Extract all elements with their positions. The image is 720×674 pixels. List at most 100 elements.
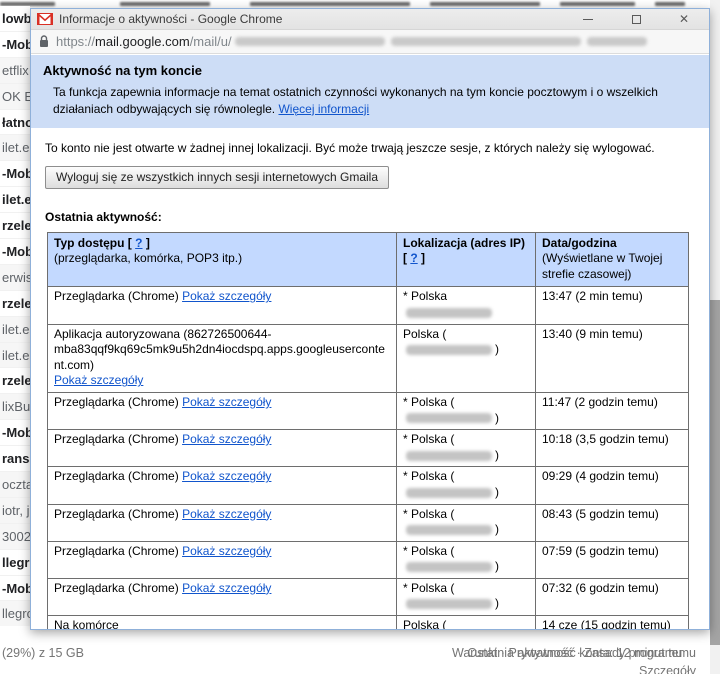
inbox-sender[interactable]: ransa	[0, 446, 30, 472]
redacted-ip	[406, 562, 492, 572]
datetime-cell: 14 cze (15 godzin temu)	[536, 616, 689, 629]
inbox-sender[interactable]: erwis	[0, 265, 30, 291]
table-row: Przeglądarka (Chrome) Pokaż szczegóły* P…	[48, 287, 689, 324]
table-row: Przeglądarka (Chrome) Pokaż szczegóły* P…	[48, 467, 689, 504]
show-details-link[interactable]: Pokaż szczegóły	[54, 373, 143, 387]
inbox-sender[interactable]: lowbo	[0, 6, 30, 32]
access-type-cell: Przeglądarka (Chrome) Pokaż szczegóły	[48, 541, 397, 578]
access-type-cell: Aplikacja autoryzowana (862726500644-mba…	[48, 324, 397, 392]
inbox-sender[interactable]: iotr, ja	[0, 498, 30, 524]
access-type-header: Typ dostępu [ ? ] (przeglądarka, komórka…	[48, 232, 397, 287]
inbox-sender[interactable]: ilet.ei	[0, 135, 30, 161]
inbox-sender[interactable]: -Mobi	[0, 161, 30, 187]
access-type-cell: Przeglądarka (Chrome) Pokaż szczegóły	[48, 287, 397, 324]
background-inbox-top-row	[0, 0, 710, 8]
access-type-cell: Przeglądarka (Chrome) Pokaż szczegóły	[48, 578, 397, 615]
datetime-cell: 13:40 (9 min temu)	[536, 324, 689, 392]
inbox-sender[interactable]: ilet.ei	[0, 343, 30, 369]
access-type-text: Przeglądarka (Chrome)	[54, 395, 179, 409]
datetime-header: Data/godzina (Wyświetlane w Twojej stref…	[536, 232, 689, 287]
table-row: Na komórcePolska ()14 cze (15 godzin tem…	[48, 616, 689, 629]
inbox-sender[interactable]: ilet.ei	[0, 317, 30, 343]
access-type-cell: Przeglądarka (Chrome) Pokaż szczegóły	[48, 467, 397, 504]
window-title: Informacje o aktywności - Google Chrome	[59, 12, 581, 26]
show-details-link[interactable]: Pokaż szczegóły	[182, 469, 271, 483]
redacted-ip	[406, 308, 492, 318]
lock-icon[interactable]	[39, 35, 49, 48]
redacted-ip	[406, 413, 492, 423]
redacted-ip	[406, 345, 492, 355]
help-bracket: ]	[418, 251, 425, 265]
location-header-title: Lokalizacja (adres IP)	[403, 236, 525, 250]
storage-usage: (29%) z 15 GB	[2, 646, 84, 660]
inbox-sender[interactable]: OK Ec	[0, 84, 30, 110]
inbox-sender[interactable]: ilet.ei	[0, 187, 30, 213]
inbox-sender-list: lowbo-MobietflixOK Ecłatnośilet.ei-Mobii…	[0, 6, 30, 626]
location-cell: * Polska	[397, 287, 536, 324]
maximize-button[interactable]	[629, 12, 643, 26]
activity-table: Typ dostępu [ ? ] (przeglądarka, komórka…	[47, 232, 689, 629]
datetime-cell: 08:43 (5 godzin temu)	[536, 504, 689, 541]
show-details-link[interactable]: Pokaż szczegóły	[182, 581, 271, 595]
location-cell: Polska ()	[397, 324, 536, 392]
inbox-sender[interactable]: łatnoś	[0, 110, 30, 136]
more-info-link[interactable]: Więcej informacji	[278, 102, 369, 116]
inbox-sender[interactable]: rzelew	[0, 291, 30, 317]
inbox-sender[interactable]: llegro	[0, 601, 30, 626]
access-type-header-sub: (przeglądarka, komórka, POP3 itp.)	[54, 251, 242, 265]
datetime-cell: 07:32 (6 godzin temu)	[536, 578, 689, 615]
inbox-sender[interactable]: -Mobi	[0, 420, 30, 446]
datetime-header-title: Data/godzina	[542, 236, 617, 250]
access-type-text: Przeglądarka (Chrome)	[54, 469, 179, 483]
show-details-link[interactable]: Pokaż szczegóły	[182, 395, 271, 409]
location-header: Lokalizacja (adres IP) [ ? ]	[397, 232, 536, 287]
page-scrollbar[interactable]	[710, 0, 720, 674]
access-type-text: Aplikacja autoryzowana (862726500644-mba…	[54, 327, 385, 372]
inbox-sender[interactable]: 30024	[0, 524, 30, 550]
datetime-header-sub: (Wyświetlane w Twojej strefie czasowej)	[542, 251, 662, 281]
window-controls: ✕	[581, 12, 691, 26]
close-button[interactable]: ✕	[677, 12, 691, 26]
inbox-sender[interactable]: rzelew	[0, 213, 30, 239]
inbox-sender[interactable]: llegro	[0, 550, 30, 576]
inbox-sender[interactable]: etflix	[0, 58, 30, 84]
datetime-cell: 11:47 (2 godzin temu)	[536, 392, 689, 429]
window-titlebar[interactable]: Informacje o aktywności - Google Chrome …	[31, 9, 709, 30]
cutoff-text-fragment	[250, 2, 410, 6]
table-row: Przeglądarka (Chrome) Pokaż szczegóły* P…	[48, 392, 689, 429]
redacted-ip	[406, 451, 492, 461]
show-details-link[interactable]: Pokaż szczegóły	[182, 289, 271, 303]
cutoff-text-fragment	[655, 2, 685, 6]
screen: lowbo-MobietflixOK Ecłatnośilet.ei-Mobii…	[0, 0, 720, 674]
logout-all-sessions-button[interactable]: Wyloguj się ze wszystkich innych sesji i…	[45, 166, 389, 189]
background-footer: (29%) z 15 GB Warunki · Prywatność · Zas…	[0, 638, 710, 674]
show-details-link[interactable]: Pokaż szczegóły	[182, 432, 271, 446]
inbox-sender[interactable]: -Mobi	[0, 576, 30, 602]
inbox-sender[interactable]: lixBus	[0, 394, 30, 420]
activity-details-link[interactable]: Szczegóły	[639, 664, 696, 674]
gmail-m-icon	[37, 13, 53, 25]
location-cell: * Polska ()	[397, 430, 536, 467]
show-details-link[interactable]: Pokaż szczegóły	[182, 544, 271, 558]
url-path: /mail/u/	[190, 34, 232, 49]
table-row: Przeglądarka (Chrome) Pokaż szczegóły* P…	[48, 541, 689, 578]
redacted-ip	[406, 488, 492, 498]
page-description: Ta funkcja zapewnia informacje na temat …	[53, 84, 678, 118]
location-help-link[interactable]: ?	[410, 251, 417, 265]
page-header-band: Aktywność na tym koncie Ta funkcja zapew…	[31, 55, 709, 128]
address-bar[interactable]: https://mail.google.com/mail/u/	[31, 30, 709, 54]
last-activity-label: Ostatnia aktywność:	[45, 210, 709, 224]
redacted-url-segment	[235, 37, 385, 46]
inbox-sender[interactable]: -Mobi	[0, 32, 30, 58]
access-type-text: Przeglądarka (Chrome)	[54, 432, 179, 446]
scrollbar-thumb[interactable]	[710, 300, 720, 645]
inbox-sender[interactable]: rzelew	[0, 368, 30, 394]
access-type-cell: Na komórce	[48, 616, 397, 629]
show-details-link[interactable]: Pokaż szczegóły	[182, 507, 271, 521]
redacted-url-segment	[391, 37, 581, 46]
inbox-sender[interactable]: -Mobi	[0, 239, 30, 265]
last-account-activity: Ostatnia aktywność konta: 12 minut temu	[467, 646, 696, 660]
cutoff-text-fragment	[430, 2, 540, 6]
minimize-button[interactable]	[581, 12, 595, 26]
inbox-sender[interactable]: oczta	[0, 472, 30, 498]
